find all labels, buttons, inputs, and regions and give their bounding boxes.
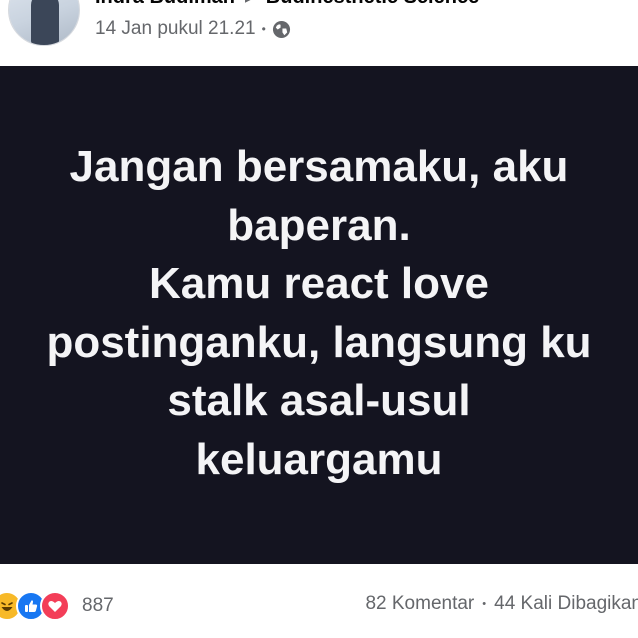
author-avatar[interactable] [8, 0, 80, 46]
engagement-stats: 82 Komentar • 44 Kali Dibagikan [365, 593, 638, 615]
shares-count[interactable]: 44 Kali Dibagikan [494, 593, 638, 615]
quote-line: Kamu react love [149, 259, 489, 308]
author-name[interactable]: Indra Budiman [95, 0, 235, 8]
post-image-card[interactable]: Jangan bersamaku, aku baperan. Kamu reac… [0, 66, 638, 564]
avatar-body [31, 0, 59, 45]
reactions-summary[interactable]: 887 [0, 591, 114, 621]
quote-line: Jangan bersamaku, aku [69, 142, 569, 191]
stats-separator: • [482, 598, 487, 610]
love-reaction-icon [40, 591, 70, 621]
post-footer: 887 82 Komentar • 44 Kali Dibagikan [0, 564, 638, 638]
quote-line: keluargamu [195, 434, 443, 484]
author-line: Indra Budiman ▶ Budinesthetic Science [95, 0, 479, 9]
post-timestamp[interactable]: 14 Jan pukul 21.21 [95, 18, 256, 40]
reaction-count: 887 [82, 595, 114, 616]
post-header: Indra Budiman ▶ Budinesthetic Science 14 J… [0, 0, 638, 64]
group-name[interactable]: Budinesthetic Science [266, 0, 479, 8]
meta-separator: • [261, 22, 266, 36]
globe-icon[interactable] [272, 20, 291, 39]
post-quote-text: Jangan bersamaku, aku baperan. Kamu reac… [9, 138, 629, 489]
facebook-post: Indra Budiman ▶ Budinesthetic Science 14 J… [0, 0, 638, 638]
quote-line: baperan. [227, 200, 411, 250]
comments-count[interactable]: 82 Komentar [365, 593, 474, 615]
right-arrow-icon: ▶ [245, 0, 256, 5]
quote-line: stalk asal-usul [167, 376, 471, 425]
post-meta: 14 Jan pukul 21.21 • [95, 18, 291, 40]
quote-line: postinganku, langsung ku [46, 317, 592, 367]
